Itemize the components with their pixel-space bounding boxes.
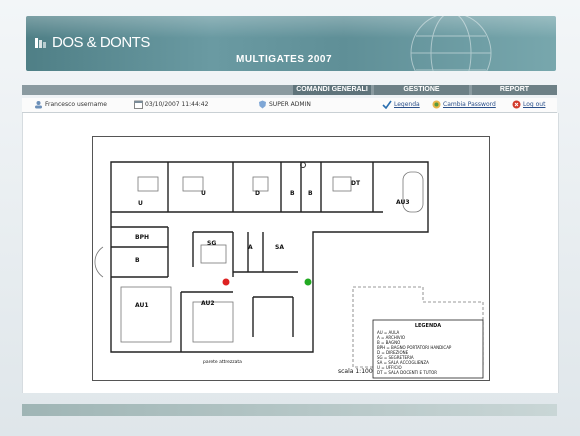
legend-box: LEGENDA AU = AULA A = ARCHIVIO B = BAGNO…	[372, 319, 484, 379]
datetime-info: 03/10/2007 11:44:42	[134, 100, 208, 109]
calendar-icon	[134, 100, 143, 109]
change-password-label: Cambia Password	[443, 101, 496, 108]
datetime: 03/10/2007 11:44:42	[145, 101, 209, 108]
status-bar: Francesco username 03/10/2007 11:44:42 S…	[22, 98, 557, 113]
room-label: AU1	[135, 302, 149, 309]
role-info: SUPER ADMIN	[258, 100, 311, 109]
room-label: U	[138, 200, 143, 207]
room-label: U	[201, 190, 206, 197]
room-label: AU3	[396, 199, 410, 206]
legend-link[interactable]: Legenda	[382, 100, 420, 109]
logout-label: Log out	[523, 101, 546, 108]
legend-link-label: Legenda	[394, 101, 420, 108]
menu-tab-label: REPORT	[499, 86, 530, 93]
logout-icon	[512, 100, 521, 109]
floor-plan: U U D B B DT AU3 BPH B SG A SA AU1 AU2 p…	[92, 136, 490, 381]
logo[interactable]: DOS & DONTS	[34, 34, 150, 51]
room-label: A	[248, 244, 253, 251]
user-info: Francesco username	[34, 100, 107, 109]
password-icon	[432, 100, 441, 109]
change-password-link[interactable]: Cambia Password	[432, 100, 496, 109]
room-label: B	[290, 190, 295, 197]
username: Francesco username	[45, 101, 107, 108]
user-icon	[35, 101, 42, 109]
note-label: parete attrezzata	[203, 359, 242, 365]
role-shield-icon	[259, 100, 266, 109]
room-label: SA	[275, 244, 284, 251]
legend-title: LEGENDA	[415, 323, 441, 329]
app-title: MULTIGATES 2007	[236, 54, 333, 65]
footer-bar	[22, 404, 557, 416]
room-label: D	[255, 190, 260, 197]
menu-tab-report[interactable]: REPORT	[472, 85, 557, 95]
room-label: B	[135, 257, 140, 264]
logo-icon	[35, 37, 46, 48]
menu-tab-comandi-generali[interactable]: COMANDI GENERALI	[293, 85, 371, 95]
menu-tab-label: GESTIONE	[403, 86, 440, 93]
room-label: AU2	[201, 300, 215, 307]
scale-label: scala 1:100	[338, 368, 373, 375]
room-label: SG	[207, 240, 216, 247]
room-label: BPH	[135, 234, 149, 241]
legend-item: DT = SALA DOCENTI E TUTOR	[377, 370, 437, 375]
logout-link[interactable]: Log out	[512, 100, 545, 109]
menu-tab-gestione[interactable]: GESTIONE	[374, 85, 469, 95]
checkmark-icon	[382, 100, 392, 109]
floor-plan-drawing: U U D B B DT AU3 BPH B SG A SA AU1 AU2 p…	[94, 161, 484, 379]
app-header: DOS & DONTS MULTIGATES 2007	[26, 16, 556, 71]
menu-tab-label: COMANDI GENERALI	[296, 86, 368, 93]
user-role: SUPER ADMIN	[269, 101, 311, 108]
globe-icon	[410, 16, 492, 71]
room-label: B	[308, 190, 313, 197]
room-label: DT	[351, 180, 361, 187]
logo-text: DOS & DONTS	[52, 34, 150, 51]
